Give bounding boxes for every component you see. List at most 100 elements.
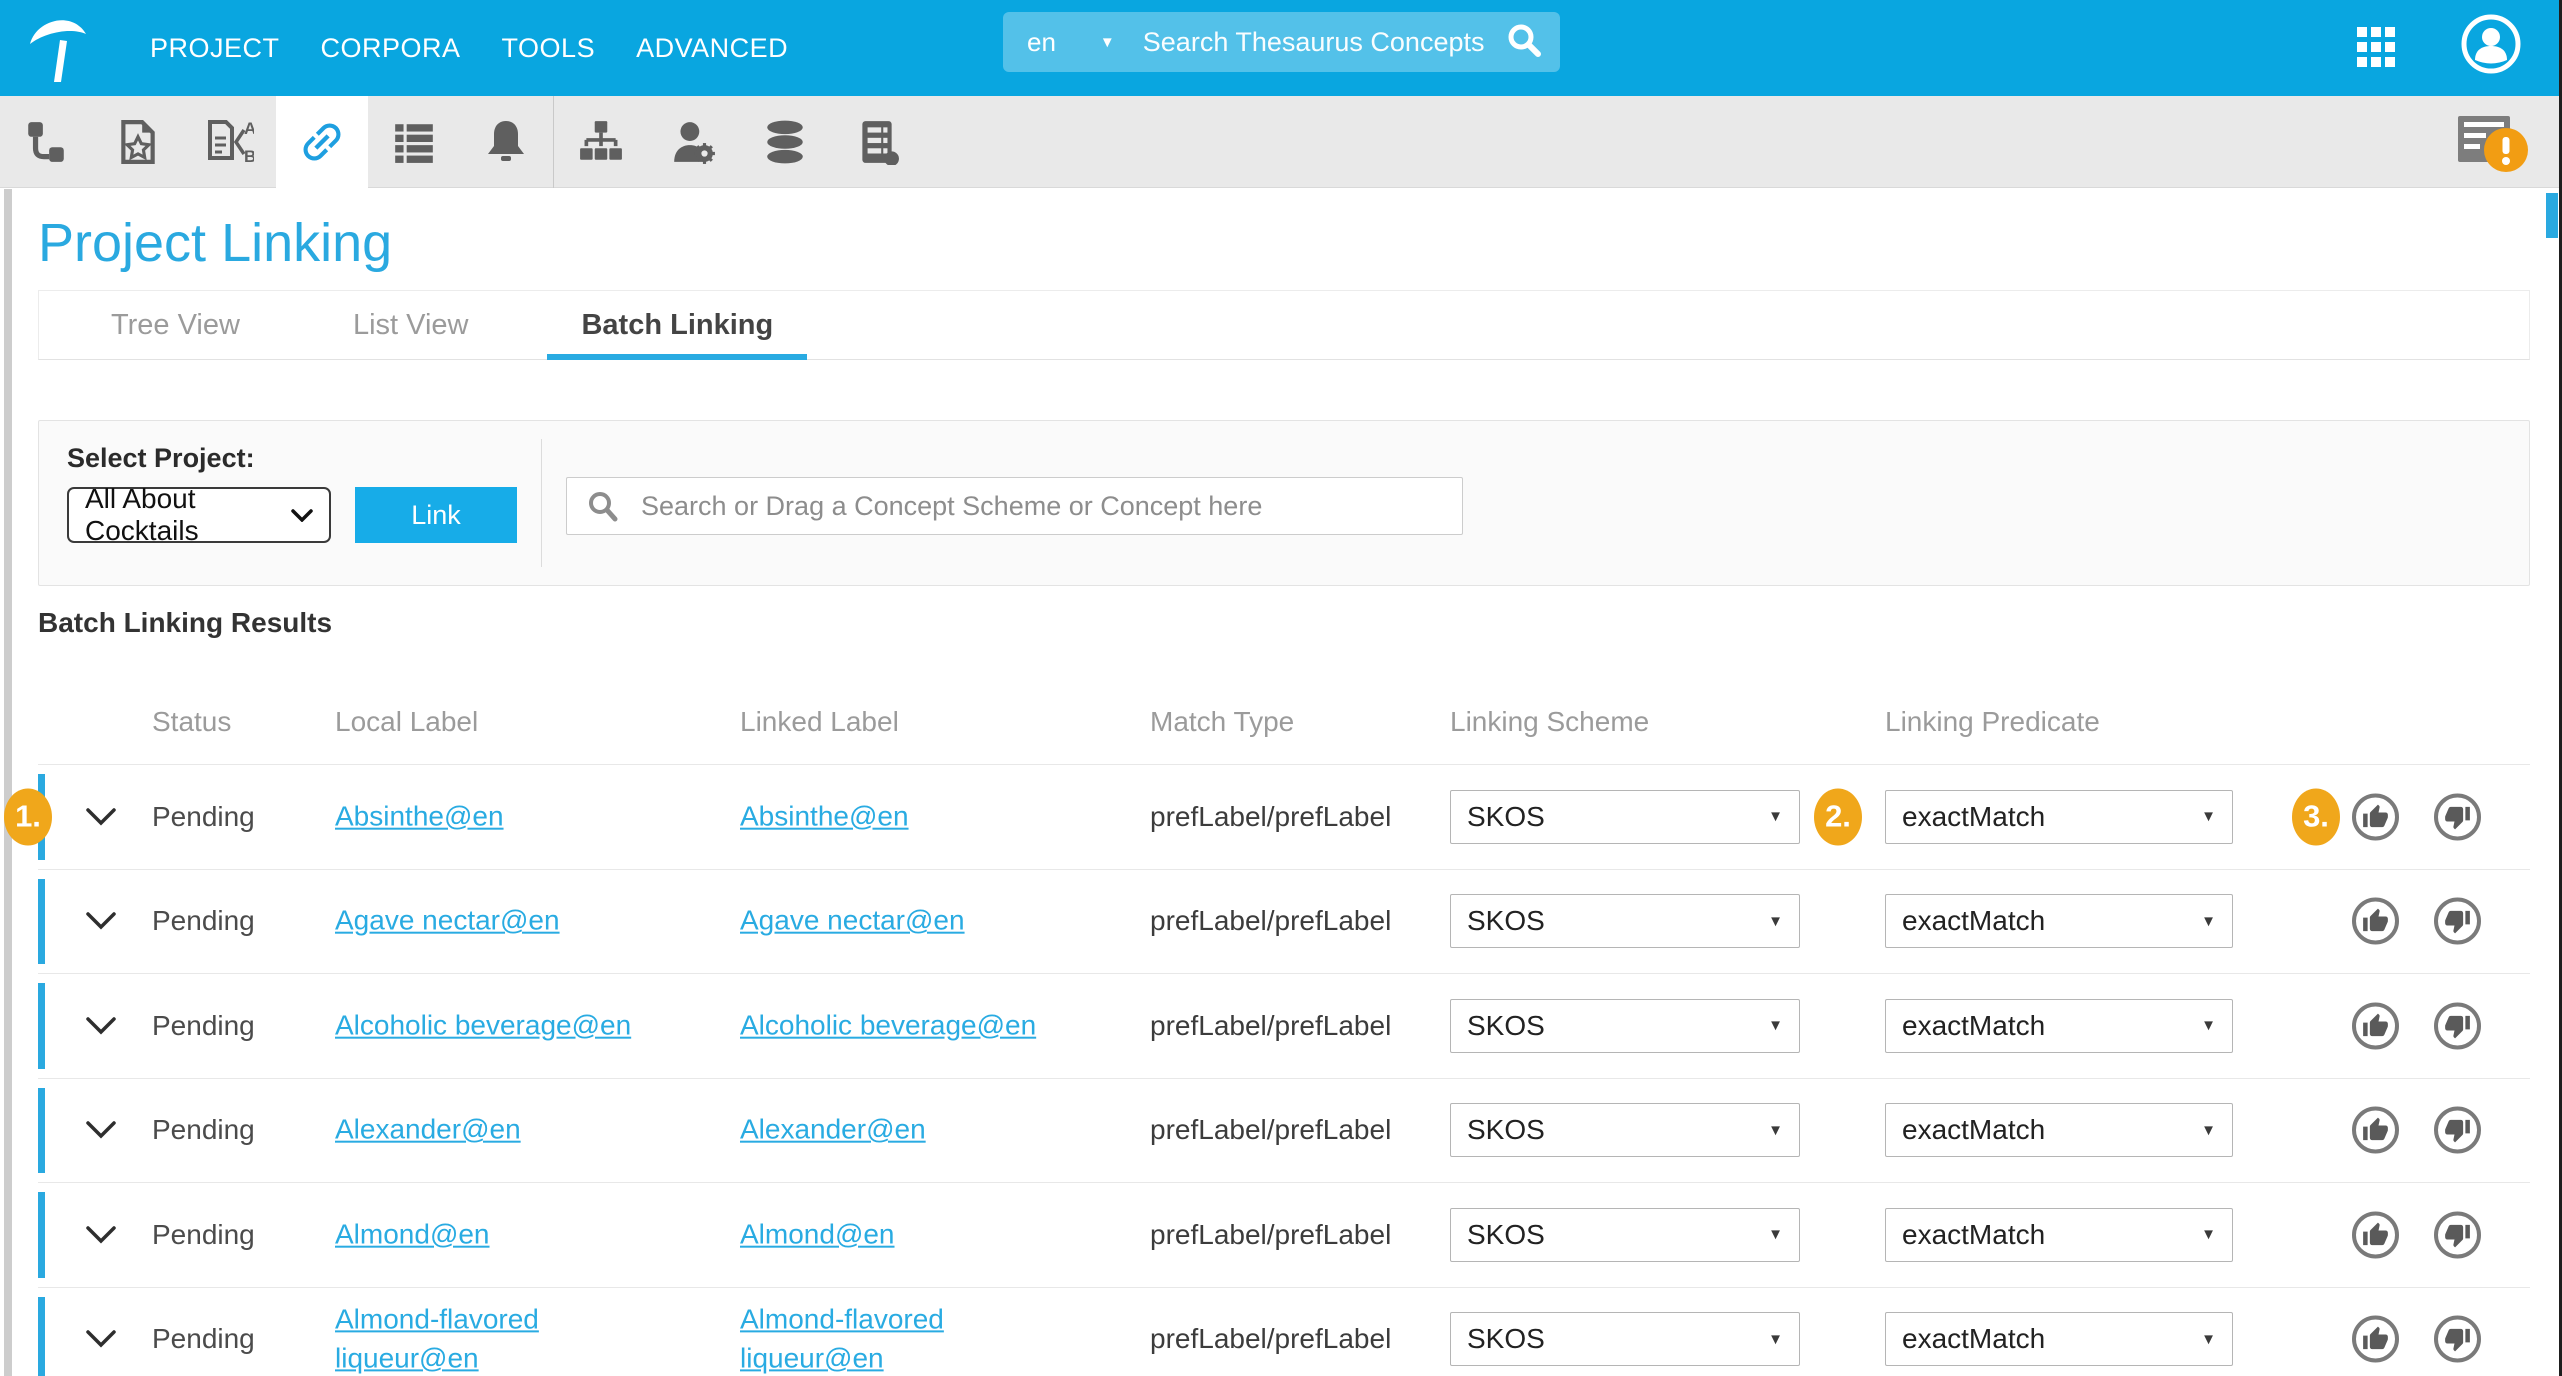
linking-predicate-value: exactMatch — [1902, 1010, 2045, 1042]
concept-search-input[interactable] — [566, 477, 1463, 535]
link-panel: Select Project: All About Cocktails Link — [38, 420, 2530, 586]
reject-button[interactable] — [2434, 898, 2481, 945]
dropdown-arrow-icon: ▼ — [2201, 1122, 2216, 1139]
project-select[interactable]: All About Cocktails — [67, 487, 331, 543]
user-avatar-icon[interactable] — [2460, 13, 2522, 80]
linking-scheme-select[interactable]: SKOS ▼ — [1450, 999, 1800, 1053]
local-label-link[interactable]: Absinthe@en — [335, 800, 504, 831]
thumb-down-icon — [2444, 908, 2471, 935]
linking-predicate-select[interactable]: exactMatch ▼ — [1885, 1208, 2233, 1262]
linked-label-link[interactable]: Agave nectar@en — [740, 905, 965, 936]
linking-predicate-select[interactable]: exactMatch ▼ — [1885, 894, 2233, 948]
page-content: Project Linking Tree View List View Batc… — [38, 188, 2530, 1376]
reject-button[interactable] — [2434, 1002, 2481, 1049]
expand-row-button[interactable] — [85, 1226, 117, 1244]
linking-scheme-select[interactable]: SKOS ▼ — [1450, 1208, 1800, 1262]
search-icon[interactable] — [1506, 22, 1542, 63]
report-warning-icon[interactable] — [2456, 110, 2536, 176]
approve-button[interactable] — [2352, 1002, 2399, 1049]
local-label-link[interactable]: Almond@en — [335, 1218, 490, 1249]
reject-button[interactable] — [2434, 1107, 2481, 1154]
toolbar-divider — [553, 96, 554, 188]
thumb-down-icon — [2444, 1117, 2471, 1144]
tool-strip: A B — [0, 96, 923, 188]
linking-predicate-select[interactable]: exactMatch ▼ — [1885, 999, 2233, 1053]
local-label-link[interactable]: Agave nectar@en — [335, 905, 560, 936]
expand-row-button[interactable] — [85, 912, 117, 930]
menu-project[interactable]: PROJECT — [150, 33, 280, 64]
linked-label-link[interactable]: Almond@en — [740, 1218, 895, 1249]
expand-row-button[interactable] — [85, 808, 117, 826]
linked-label-link[interactable]: Alexander@en — [740, 1114, 926, 1145]
approve-button[interactable] — [2352, 1316, 2399, 1363]
list-icon[interactable] — [368, 96, 460, 188]
reject-button[interactable] — [2434, 793, 2481, 840]
match-type-text: prefLabel/prefLabel — [1150, 1010, 1450, 1042]
linking-predicate-select[interactable]: exactMatch ▼ — [1885, 1312, 2233, 1366]
menu-advanced[interactable]: ADVANCED — [636, 33, 788, 64]
linking-scheme-select[interactable]: SKOS ▼ — [1450, 894, 1800, 948]
menu-tools[interactable]: TOOLS — [502, 33, 596, 64]
linking-scheme-select[interactable]: SKOS ▼ — [1450, 1312, 1800, 1366]
reject-button[interactable] — [2434, 1211, 2481, 1258]
expand-row-button[interactable] — [85, 1330, 117, 1348]
user-settings-icon[interactable] — [647, 96, 739, 188]
extraction-ab-icon[interactable]: A B — [184, 96, 276, 188]
apps-grid-icon[interactable] — [2357, 25, 2397, 76]
thumb-up-icon — [2362, 908, 2389, 935]
col-match-type: Match Type — [1150, 706, 1294, 738]
bell-icon[interactable] — [460, 96, 552, 188]
approve-button[interactable] — [2352, 793, 2399, 840]
app-window: PROJECT CORPORA TOOLS ADVANCED en ▼ — [0, 0, 2562, 1376]
dropdown-arrow-icon: ▼ — [2201, 913, 2216, 930]
brand-logo[interactable] — [28, 10, 88, 86]
annotation-marker-2: 2. — [1814, 788, 1862, 845]
table-row: Pending Alexander@en Alexander@en prefLa… — [38, 1078, 2530, 1183]
tab-tree-view[interactable]: Tree View — [77, 291, 274, 359]
local-label-link[interactable]: Almond-flavored liqueur@en — [335, 1304, 539, 1374]
approve-button[interactable] — [2352, 898, 2399, 945]
tab-list-view[interactable]: List View — [319, 291, 503, 359]
dropdown-arrow-icon: ▼ — [1768, 1122, 1783, 1139]
page-title: Project Linking — [38, 188, 2530, 272]
vertical-scrollbar[interactable] — [2546, 193, 2558, 238]
status-text: Pending — [152, 1010, 302, 1042]
tab-batch-linking[interactable]: Batch Linking — [547, 291, 807, 359]
database-icon[interactable] — [739, 96, 831, 188]
linking-scheme-select[interactable]: SKOS ▼ — [1450, 790, 1800, 844]
chevron-down-icon — [85, 1017, 117, 1035]
table-row: Pending Almond-flavored liqueur@en Almon… — [38, 1287, 2530, 1376]
chevron-down-icon — [85, 1121, 117, 1139]
approve-button[interactable] — [2352, 1211, 2399, 1258]
chevron-down-icon[interactable]: ▼ — [1100, 34, 1115, 51]
thesaurus-search-bar: en ▼ — [1003, 12, 1560, 72]
chevron-down-icon — [85, 1330, 117, 1348]
linked-label-link[interactable]: Alcoholic beverage@en — [740, 1009, 1036, 1040]
link-icon[interactable] — [276, 96, 368, 188]
linking-scheme-select[interactable]: SKOS ▼ — [1450, 1103, 1800, 1157]
linking-predicate-select[interactable]: exactMatch ▼ — [1885, 790, 2233, 844]
document-star-icon[interactable] — [92, 96, 184, 188]
match-type-text: prefLabel/prefLabel — [1150, 1323, 1450, 1355]
expand-row-button[interactable] — [85, 1017, 117, 1035]
link-button[interactable]: Link — [355, 487, 517, 543]
col-linking-scheme: Linking Scheme — [1450, 706, 1649, 738]
linked-label-link[interactable]: Almond-flavored liqueur@en — [740, 1304, 944, 1374]
menu-corpora[interactable]: CORPORA — [321, 33, 461, 64]
status-text: Pending — [152, 801, 302, 833]
col-status: Status — [152, 706, 231, 738]
thesaurus-search-input[interactable] — [1143, 27, 1506, 58]
chevron-down-icon — [85, 1226, 117, 1244]
reject-button[interactable] — [2434, 1316, 2481, 1363]
orgchart-icon[interactable] — [555, 96, 647, 188]
linking-predicate-select[interactable]: exactMatch ▼ — [1885, 1103, 2233, 1157]
linked-label-link[interactable]: Absinthe@en — [740, 800, 909, 831]
local-label-link[interactable]: Alexander@en — [335, 1114, 521, 1145]
linking-predicate-value: exactMatch — [1902, 1219, 2045, 1251]
server-icon[interactable] — [831, 96, 923, 188]
expand-row-button[interactable] — [85, 1121, 117, 1139]
approve-button[interactable] — [2352, 1107, 2399, 1154]
search-language-select[interactable]: en — [1027, 27, 1056, 58]
local-label-link[interactable]: Alcoholic beverage@en — [335, 1009, 631, 1040]
taxonomy-branch-icon[interactable] — [0, 96, 92, 188]
